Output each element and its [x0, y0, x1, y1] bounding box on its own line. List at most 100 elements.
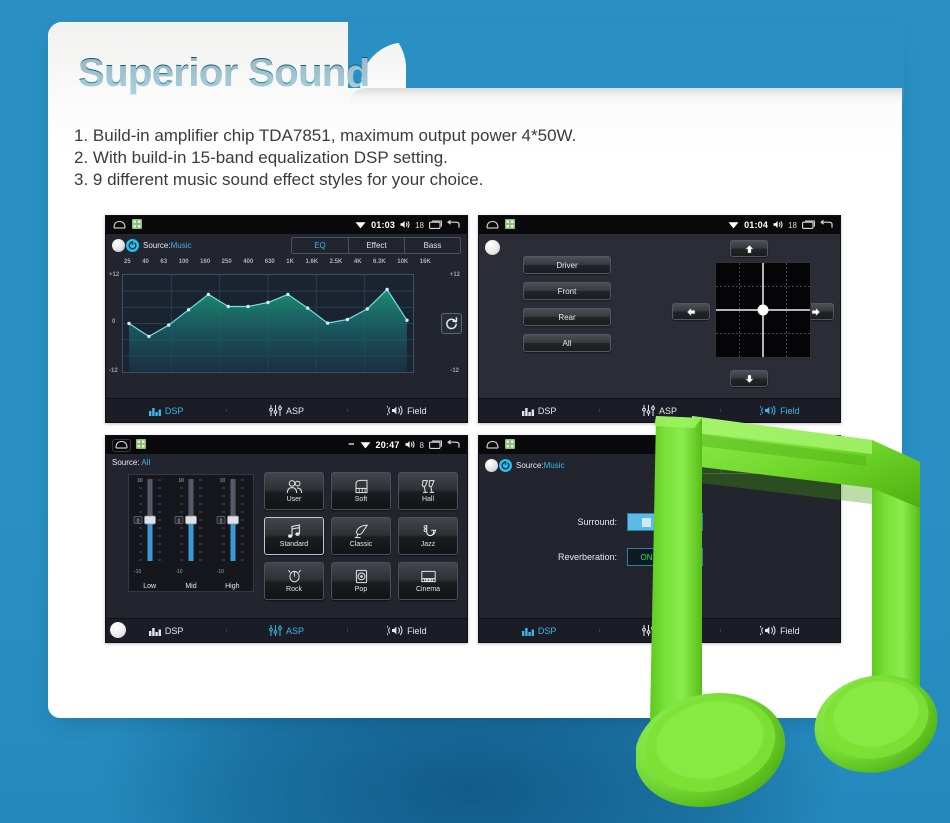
freq-label: 250: [221, 259, 232, 265]
field-mode-buttons: Driver Front Rear All: [523, 256, 611, 352]
freq-label: 2.5K: [329, 259, 343, 265]
surround-label: Surround:: [577, 517, 617, 527]
nav-asp[interactable]: ASP: [226, 405, 346, 416]
field-mode-rear[interactable]: Rear: [523, 308, 611, 326]
eq-axis-top-left: +12: [109, 272, 120, 278]
source-label: Source:: [112, 458, 140, 467]
field-mode-front[interactable]: Front: [523, 282, 611, 300]
pad-up-button[interactable]: [730, 240, 768, 257]
people-icon: [286, 480, 302, 494]
freq-label: 25: [124, 259, 131, 265]
preset-jazz[interactable]: Jazz: [398, 517, 458, 555]
home-icon[interactable]: [486, 440, 499, 451]
preset-user[interactable]: User: [264, 472, 324, 510]
status-time: 01:04: [744, 220, 769, 230]
saxophone-icon: [423, 525, 436, 537]
feature-item-3: 3. 9 different music sound effect styles…: [74, 170, 484, 189]
field-balance-pad-group: [672, 240, 834, 392]
nav-field[interactable]: Field: [346, 625, 467, 636]
back-icon[interactable]: [820, 219, 833, 231]
nav-dsp[interactable]: DSP: [106, 626, 226, 636]
note-icon: [287, 524, 300, 538]
apps-icon[interactable]: [505, 219, 515, 231]
tab-effect[interactable]: Effect: [348, 238, 404, 253]
freq-label: 4K: [353, 259, 362, 265]
back-icon[interactable]: [447, 439, 460, 451]
slider-label: Low: [143, 583, 157, 590]
preset-standard[interactable]: Standard: [264, 517, 324, 555]
status-right-icons: 01:03 18: [355, 216, 460, 234]
freq-label: 63: [160, 259, 168, 265]
home-icon[interactable]: [113, 220, 126, 231]
svg-text:0: 0: [137, 518, 140, 524]
preset-label: Pop: [354, 586, 368, 593]
slider-high[interactable]: 10 -10 0 High: [212, 475, 253, 591]
freq-label: 160: [200, 259, 211, 265]
nav-dsp[interactable]: DSP: [479, 626, 599, 636]
tab-bass[interactable]: Bass: [404, 238, 460, 253]
source-label: Source:: [516, 460, 544, 470]
home-icon[interactable]: [486, 220, 499, 231]
feature-item-2: 2. With build-in 15-band equalization DS…: [74, 148, 448, 167]
pad-down-button[interactable]: [730, 370, 768, 387]
nav-asp[interactable]: ASP: [226, 625, 346, 636]
home-icon[interactable]: [112, 438, 131, 452]
slider-label: High: [225, 583, 240, 590]
preset-pop[interactable]: Pop: [331, 562, 391, 600]
left-arrow-icon: [686, 306, 695, 317]
nav-dsp-label: DSP: [164, 625, 184, 636]
recents-icon[interactable]: [802, 219, 815, 231]
nav-field[interactable]: Field: [346, 405, 467, 416]
recents-icon[interactable]: [429, 219, 442, 231]
status-left-icons: [113, 219, 142, 231]
asp-body: Source: All 10 -10 0 Low 10 -10 0 Mid 10…: [106, 454, 467, 618]
field-speaker-icon: [387, 625, 403, 636]
dsp-bars-icon: [521, 627, 534, 636]
nav-dsp-label: DSP: [537, 405, 557, 416]
preset-cinema[interactable]: Cinema: [398, 562, 458, 600]
field-mode-all[interactable]: All: [523, 334, 611, 352]
eq-curve-plot[interactable]: [122, 274, 414, 373]
source-icon[interactable]: [499, 458, 512, 472]
glasses-icon: [421, 480, 435, 493]
source-value: Music: [170, 240, 192, 250]
preset-label: User: [286, 496, 302, 503]
svg-text:0: 0: [219, 518, 222, 524]
eq-axis-top-right: +12: [449, 272, 460, 278]
asp-source-line: Source: All: [112, 458, 150, 467]
field-mode-driver[interactable]: Driver: [523, 256, 611, 274]
pad-left-button[interactable]: [672, 303, 710, 320]
volume-icon: [400, 220, 410, 231]
nav-dsp[interactable]: DSP: [106, 406, 226, 416]
preset-soft[interactable]: Soft: [331, 472, 391, 510]
source-icon[interactable]: [126, 238, 139, 252]
eq-frequency-labels: 25 40 63 100 160 250 400 630 1K 1.6K 2.5…: [124, 259, 431, 265]
status-left-icons: [486, 439, 515, 451]
nav-dsp[interactable]: DSP: [479, 406, 599, 416]
apps-icon[interactable]: [505, 439, 515, 451]
dsp-bars-icon: [521, 407, 534, 416]
tab-eq[interactable]: EQ: [292, 238, 348, 253]
preset-hall[interactable]: Hall: [398, 472, 458, 510]
source-value: All: [141, 458, 151, 467]
field-body: Driver Front Rear All: [479, 234, 840, 398]
screenshot-asp-panel: 20:47 8 Source: All 10 -10 0 Low 10 -10 …: [105, 435, 468, 643]
slider-mid[interactable]: 10 -10 0 Mid: [170, 475, 211, 591]
freq-label: 40: [142, 259, 149, 265]
eq-reset-button[interactable]: [441, 313, 462, 334]
recents-icon[interactable]: [429, 439, 442, 451]
slider-low[interactable]: 10 -10 0 Low: [129, 475, 170, 591]
power-knob[interactable]: [485, 240, 500, 255]
power-knob[interactable]: [485, 458, 498, 472]
field-balance-pad[interactable]: [715, 262, 811, 358]
volume-icon: [773, 220, 783, 231]
preset-classic[interactable]: Classic: [331, 517, 391, 555]
reset-icon: [446, 317, 458, 330]
freq-label: 100: [178, 259, 189, 265]
preset-rock[interactable]: Rock: [264, 562, 324, 600]
status-time: 01:03: [371, 220, 396, 230]
power-knob[interactable]: [112, 238, 125, 252]
apps-icon[interactable]: [132, 219, 142, 231]
back-icon[interactable]: [447, 219, 460, 231]
apps-icon[interactable]: [136, 439, 146, 451]
